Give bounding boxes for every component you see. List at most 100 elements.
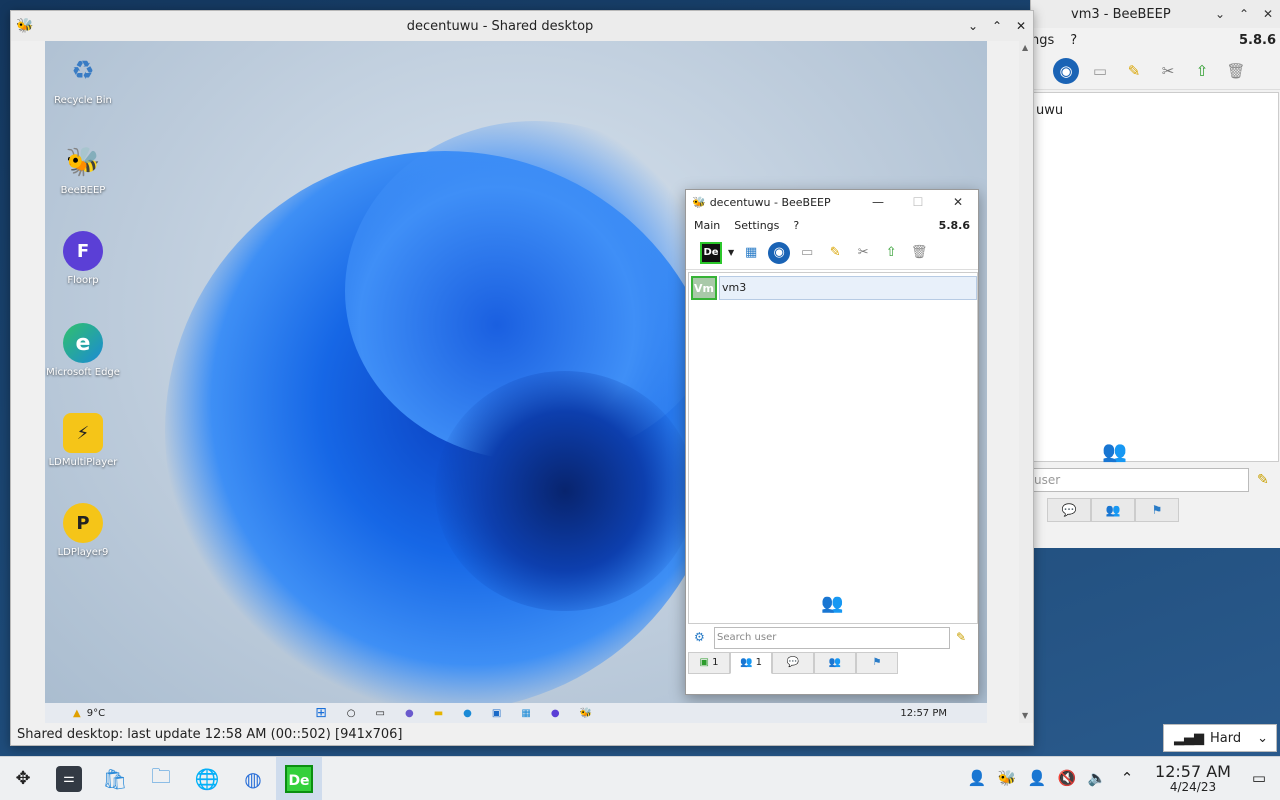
bee-icon: 🐝 [65,144,101,178]
volume-icon[interactable]: 🔈 [1082,769,1112,787]
web-browser-icon[interactable]: ◍ [230,757,276,800]
muted-speaker-icon[interactable]: 🔇 [1052,769,1082,787]
remote-desktop-view[interactable]: ♻ Recycle Bin 🐝 BeeBEEP F Floorp e Micro… [45,41,987,723]
edge-icon[interactable]: ● [463,708,472,719]
search-input[interactable]: Search user [714,627,950,649]
network-globe-icon[interactable]: 🌐 [184,757,230,800]
minimize-icon[interactable]: ⌄ [1208,7,1232,21]
desktop-icon-floorp[interactable]: F Floorp [45,231,121,286]
clock-date: 4/24/23 [1169,779,1217,794]
vm3-search-input[interactable]: user [1031,468,1249,492]
chevron-up-icon[interactable]: ⌃ [1112,769,1142,787]
remote-taskbar: ▲ 9°C ⊞ ○ ▭ ● ▬ ● ▣ ▦ ● 🐝 12:57 PM [45,703,987,723]
vm3-user-list: uwu 👥 [1031,92,1279,463]
folder-icon[interactable]: ▭ [796,242,818,264]
quality-combobox[interactable]: ▂▄▆ Hard ⌄ [1163,724,1277,752]
clear-search-icon[interactable]: ✎ [956,630,966,644]
menu-settings[interactable]: Settings [734,219,779,232]
host-taskbar: ✥ ⚌ 🛍 🗀 🌐 ◍ De 👤 🐝 👤 🔇 🔈 ⌃ 12:57 AM 4/24… [0,756,1280,800]
user-icon[interactable]: 👤 [962,769,992,787]
trash-icon[interactable]: 🗑 [1223,58,1249,84]
user-name: vm3 [719,276,977,300]
vm3-menubar: ngs ? 5.8.6 [1031,28,1280,52]
people-icon[interactable]: 👤 [1022,769,1052,787]
app-launcher-icon[interactable]: ✥ [0,757,46,800]
trash-icon[interactable]: 🗑 [908,242,930,264]
tools-icon[interactable]: ✂ [852,242,874,264]
menu-main[interactable]: Main [694,219,720,232]
host-clock[interactable]: 12:57 AM 4/24/23 [1148,761,1238,794]
list-item[interactable]: Vm vm3 [691,275,977,301]
signal-icon: ▂▄▆ [1174,730,1204,746]
calendar-icon[interactable]: ▦ [521,708,530,719]
recycle-bin-icon: ♻ [71,56,95,86]
update-icon[interactable]: ⇧ [880,242,902,264]
vm3-user-name[interactable]: uwu [1036,103,1063,118]
folder-icon[interactable]: ▭ [1087,58,1113,84]
tab-files[interactable]: ⚑ [856,652,898,674]
vm3-beebeep-window: vm3 - BeeBEEP ⌄ ⌃ ✕ ngs ? 5.8.6 ◉ ▭ ✎ ✂ … [1030,0,1280,548]
beebeep-menubar: Main Settings ? 5.8.6 [686,214,978,236]
beebeep-titlebar[interactable]: 🐝 decentuwu - BeeBEEP — ☐ ✕ [686,190,978,214]
maximize-icon[interactable]: ☐ [898,195,938,209]
vm3-menu-settings[interactable]: ngs [1031,33,1054,48]
tab-users[interactable]: ▣ 1 [688,652,730,674]
clear-search-icon[interactable]: ✎ [1257,472,1269,488]
tab-files[interactable]: ⚑ [1135,498,1179,522]
weather-temp: 9°C [86,707,106,719]
floorp-icon[interactable]: ● [551,708,560,719]
vm3-menu-help[interactable]: ? [1070,33,1077,48]
tab-chats[interactable]: 💬 [772,652,814,674]
windows-start-icon[interactable]: ⊞ [315,705,327,721]
bee-icon[interactable]: 🐝 [580,708,592,719]
clock-time: 12:57 AM [1155,761,1231,781]
close-icon[interactable]: ✕ [1256,7,1280,21]
desktop-icon-ldplayer9[interactable]: P LDPlayer9 [45,503,121,558]
explorer-icon[interactable]: ▬ [434,708,443,719]
maximize-icon[interactable]: ⌃ [985,19,1009,33]
broadcast-icon[interactable]: ◉ [1053,57,1079,84]
tab-groups[interactable]: 👥 1 [730,652,772,674]
shared-titlebar[interactable]: 🐝 decentuwu - Shared desktop ⌄ ⌃ ✕ [11,11,1033,41]
bee-icon: 🐝 [692,195,706,209]
store-icon[interactable]: ▣ [492,708,501,719]
bee-icon[interactable]: 🐝 [992,769,1022,787]
chevron-down-icon[interactable]: ▼ [728,248,734,257]
beebeep-taskbar-button[interactable]: De [276,756,322,800]
broadcast-icon[interactable]: ◉ [768,241,791,264]
desktop-icon-edge[interactable]: e Microsoft Edge [45,323,121,378]
discover-icon[interactable]: 🛍 [92,757,138,800]
close-icon[interactable]: ✕ [1009,19,1033,33]
minimize-icon[interactable]: — [858,195,898,209]
vm3-toolbar: ◉ ▭ ✎ ✂ ⇧ 🗑 [1031,52,1280,90]
task-view-icon[interactable]: ▭ [376,708,385,719]
update-icon[interactable]: ⇧ [1189,58,1215,84]
my-avatar-button[interactable]: De [700,241,722,264]
menu-help[interactable]: ? [793,219,799,232]
minimize-icon[interactable]: ⌄ [961,19,985,33]
ldmultiplayer-icon: ⚡ [63,413,103,453]
file-manager-icon[interactable]: 🗀 [138,757,184,800]
tools-icon[interactable]: ✂ [1155,58,1181,84]
vertical-scrollbar[interactable]: ▲ ▼ [1019,41,1033,723]
edit-icon[interactable]: ✎ [824,242,846,264]
status-edit-icon[interactable]: ▦ [740,242,762,264]
scroll-down-icon[interactable]: ▼ [1022,711,1028,720]
edit-icon[interactable]: ✎ [1121,58,1147,84]
desktop-icon-beebeep[interactable]: 🐝 BeeBEEP [45,141,121,197]
vm3-titlebar[interactable]: vm3 - BeeBEEP ⌄ ⌃ ✕ [1031,0,1280,28]
teams-icon[interactable]: ● [405,708,414,719]
search-icon[interactable]: ○ [347,708,356,719]
system-settings-icon[interactable]: ⚌ [46,757,92,800]
tab-groups[interactable]: 👥 [1091,498,1135,522]
close-icon[interactable]: ✕ [938,195,978,209]
scroll-up-icon[interactable]: ▲ [1022,43,1028,52]
remote-clock: 12:57 PM [900,707,947,719]
desktop-icon-recycle-bin[interactable]: ♻ Recycle Bin [45,51,121,106]
beebeep-window: 🐝 decentuwu - BeeBEEP — ☐ ✕ Main Setting… [685,189,979,695]
desktop-icon-ldmultiplayer[interactable]: ⚡ LDMultiPlayer [45,413,121,468]
tab-chats[interactable]: 💬 [1047,498,1091,522]
show-desktop-icon[interactable]: ▭ [1244,769,1274,787]
tab-group-chats[interactable]: 👥 [814,652,856,674]
maximize-icon[interactable]: ⌃ [1232,7,1256,21]
